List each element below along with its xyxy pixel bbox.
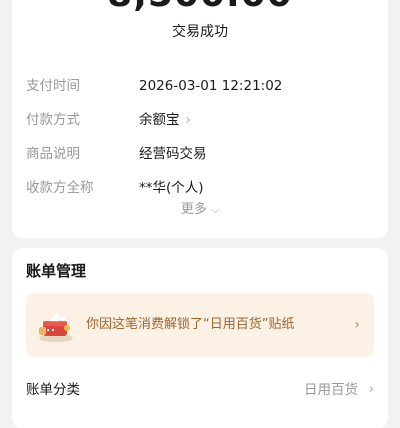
bill-management-card: 账单管理 你因这笔消费解锁了“日用百货”贴纸 › 账单分类 日用百货 › — [12, 248, 388, 428]
detail-row-payment-method[interactable]: 付款方式 余额宝 › — [26, 109, 374, 131]
transaction-status: 交易成功 — [172, 24, 228, 40]
payment-method-label: 付款方式 — [26, 112, 80, 128]
detail-row-product-desc: 商品说明 经营码交易 — [26, 143, 374, 165]
more-label: 更多 — [180, 202, 207, 217]
sticker-gift-icon — [39, 313, 73, 342]
payee-value: **华(个人) — [139, 180, 204, 196]
chevron-down-icon: ⌵ — [210, 203, 220, 216]
product-desc-value: 经营码交易 — [139, 146, 207, 162]
bill-category-label: 账单分类 — [26, 382, 80, 398]
product-desc-label: 商品说明 — [26, 146, 80, 162]
sticker-banner[interactable]: 你因这笔消费解锁了“日用百货”贴纸 › — [26, 293, 374, 357]
payment-time-value: 2026-03-01 12:21:02 — [139, 78, 283, 94]
bill-management-title: 账单管理 — [26, 262, 87, 280]
payment-method-value[interactable]: 余额宝 › — [139, 109, 191, 132]
payment-method-text: 余额宝 — [139, 112, 180, 128]
detail-row-payment-time: 支付时间 2026-03-01 12:21:02 — [26, 75, 374, 97]
chevron-right-icon: › — [354, 317, 360, 333]
transaction-card: 8,500.00 交易成功 支付时间 2026-03-01 12:21:02 付… — [12, 0, 388, 238]
chevron-right-icon: › — [368, 382, 374, 397]
sticker-banner-text: 你因这笔消费解锁了“日用百货”贴纸 — [86, 317, 295, 332]
bill-category-row[interactable]: 账单分类 日用百货 › — [26, 379, 374, 401]
transaction-amount: 8,500.00 — [12, 0, 388, 15]
detail-row-payee: 收款方全称 **华(个人) — [26, 177, 374, 199]
bill-category-value: 日用百货 — [304, 382, 358, 398]
more-button[interactable]: 更多 ⌵ — [12, 200, 388, 220]
payment-time-label: 支付时间 — [26, 78, 80, 94]
payee-label: 收款方全称 — [26, 180, 94, 196]
chevron-right-icon: › — [185, 113, 191, 128]
